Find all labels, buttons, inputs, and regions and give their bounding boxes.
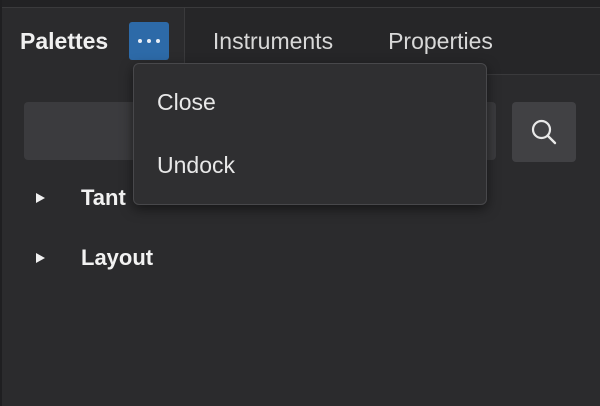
more-horizontal-icon-dot — [156, 39, 160, 43]
more-horizontal-icon-dot — [147, 39, 151, 43]
search-button[interactable] — [512, 102, 576, 162]
top-border — [0, 0, 600, 8]
palettes-panel: Palettes Instruments Properties Tant Lay… — [0, 0, 600, 406]
menu-item-close[interactable]: Close — [134, 72, 486, 132]
menu-item-close-label: Close — [157, 88, 216, 115]
palette-menu-button[interactable] — [129, 22, 169, 60]
tree-item-label: Tant — [81, 185, 126, 210]
more-horizontal-icon — [138, 39, 142, 43]
expand-arrow-icon[interactable] — [36, 253, 45, 263]
tree-item-label: Layout — [81, 245, 154, 270]
menu-item-undock-label: Undock — [157, 151, 235, 178]
expand-arrow-icon[interactable] — [36, 193, 45, 203]
menu-item-undock[interactable]: Undock — [134, 135, 486, 195]
tab-instruments-label: Instruments — [212, 27, 334, 54]
tab-bar-empty-area — [520, 8, 600, 75]
tab-properties-label: Properties — [388, 27, 493, 54]
search-icon — [531, 119, 557, 145]
palette-menu-dropdown: Close Undock — [133, 63, 487, 205]
tree-item-layout[interactable]: Layout — [0, 238, 600, 278]
tab-palettes-label: Palettes — [20, 28, 109, 54]
